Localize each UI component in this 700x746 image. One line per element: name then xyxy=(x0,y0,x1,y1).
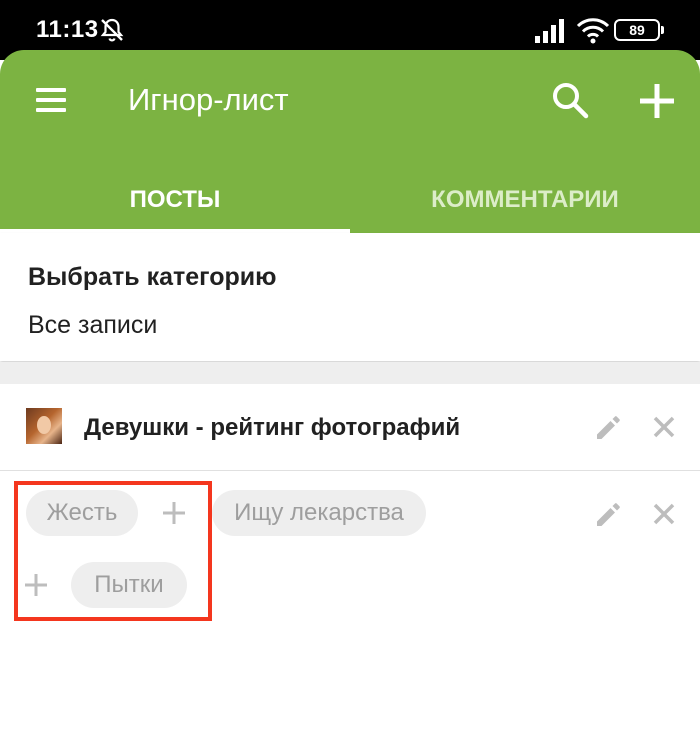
status-time: 11:13 xyxy=(36,16,99,43)
avatar xyxy=(26,408,62,444)
category-selector[interactable]: Выбрать категорию Все записи xyxy=(0,233,700,361)
app-bar: Игнор-лист ПОСТЫ КОММЕНТАРИИ xyxy=(0,50,700,233)
battery-level: 89 xyxy=(629,22,645,38)
tab-posts[interactable]: ПОСТЫ xyxy=(0,166,350,233)
tab-comments[interactable]: КОММЕНТАРИИ xyxy=(350,166,700,233)
category-value: Все записи xyxy=(28,311,158,339)
wifi-icon xyxy=(576,18,610,44)
close-icon[interactable] xyxy=(651,501,677,527)
section-divider xyxy=(0,362,700,384)
tab-bar: ПОСТЫ КОММЕНТАРИИ xyxy=(0,166,700,233)
ignored-community-row: Девушки - рейтинг фотографий xyxy=(0,384,700,471)
menu-icon[interactable] xyxy=(26,80,76,120)
edit-icon[interactable] xyxy=(593,499,623,529)
tag-chip[interactable]: Жесть xyxy=(26,490,138,536)
plus-icon[interactable] xyxy=(160,499,188,527)
close-icon[interactable] xyxy=(651,414,677,440)
plus-icon[interactable] xyxy=(22,571,50,599)
tag-chip[interactable]: Пытки xyxy=(71,562,187,608)
signal-icon xyxy=(535,19,564,43)
community-name: Девушки - рейтинг фотографий xyxy=(84,414,461,441)
page-title: Игнор-лист xyxy=(128,82,289,117)
ignored-tags-row: Жесть Ищу лекарства Пытки xyxy=(0,471,700,631)
tag-chip[interactable]: Ищу лекарства xyxy=(212,490,426,536)
battery-icon: 89 xyxy=(614,19,664,41)
mute-icon xyxy=(100,18,124,42)
edit-icon[interactable] xyxy=(593,412,623,442)
search-icon[interactable] xyxy=(548,78,592,122)
category-label: Выбрать категорию xyxy=(28,263,277,291)
add-icon[interactable] xyxy=(632,76,682,126)
